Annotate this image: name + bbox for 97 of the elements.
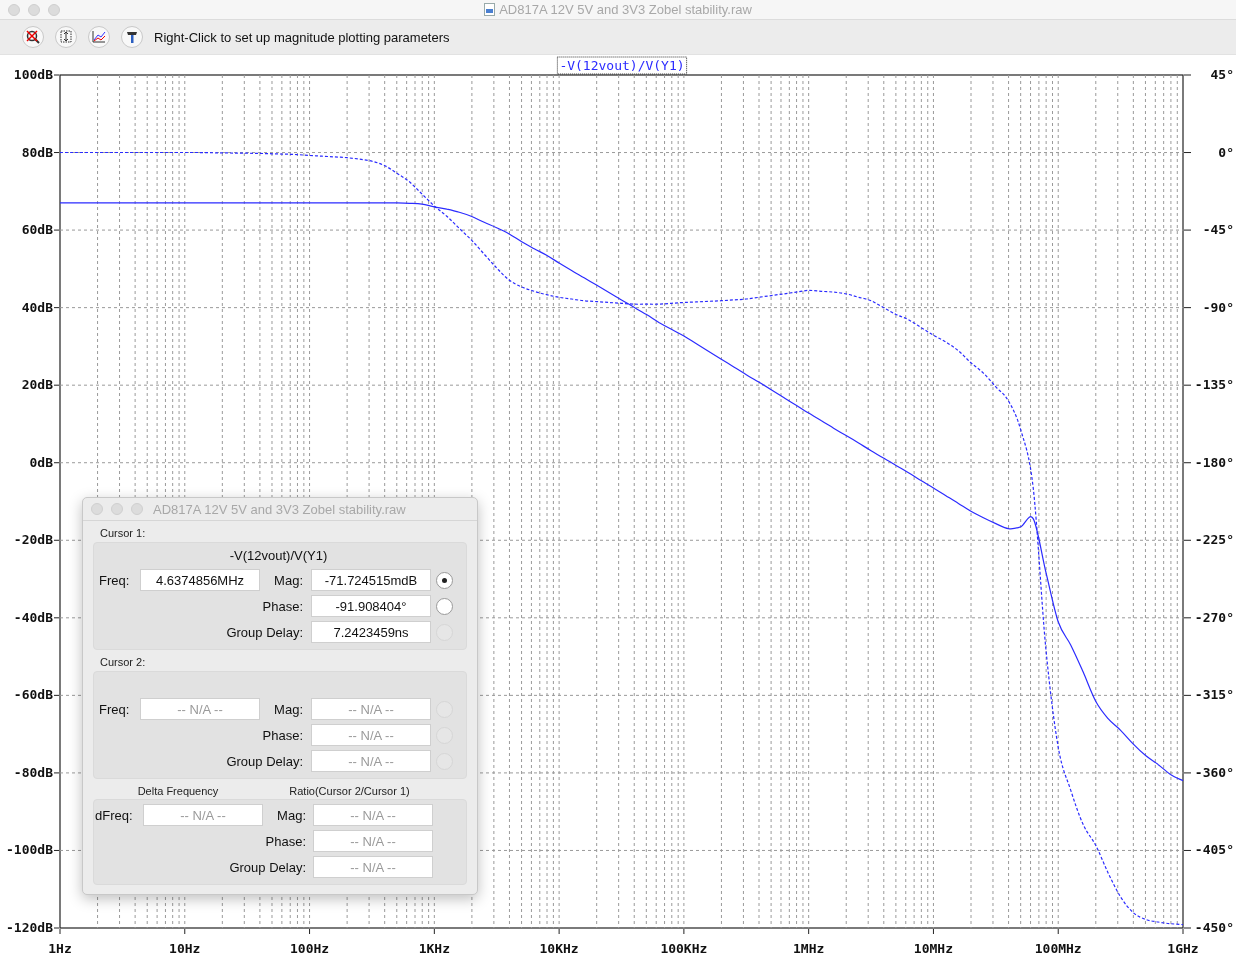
window-title: AD817A 12V 5V and 3V3 Zobel stability.raw [499, 2, 752, 17]
zoom-button[interactable] [131, 503, 143, 515]
axis-tick [683, 928, 685, 935]
section-label: Ratio(Cursor 2/Cursor 1) [289, 785, 410, 797]
phase-axis-label: -90° [1202, 299, 1234, 315]
field-label: Mag: [274, 572, 304, 588]
value-field[interactable]: -91.908404° [311, 595, 431, 617]
phase-axis-label: -180° [1194, 454, 1234, 470]
document-icon [484, 3, 496, 16]
axis-tick [53, 229, 60, 231]
axis-tick [184, 928, 186, 935]
axis-tick [1183, 772, 1192, 774]
x-axis-label: 1GHz [1167, 941, 1199, 956]
phase-axis-label: -270° [1194, 609, 1234, 625]
axis-tick [1183, 229, 1192, 231]
axis-tick [53, 384, 60, 386]
y-axis-label: 40dB [21, 299, 53, 315]
phase-axis-label: -315° [1194, 687, 1234, 703]
field-label: Mag: [277, 807, 307, 823]
field-label: Group Delay: [226, 753, 304, 769]
axis-tick [53, 617, 60, 619]
y-axis-label: 100dB [13, 67, 53, 82]
y-axis-label: -100dB [6, 842, 53, 858]
field-label: Group Delay: [229, 859, 307, 875]
axis-tick [433, 928, 435, 935]
section-label: Cursor 2: [99, 655, 146, 670]
y-axis-label: -60dB [13, 687, 53, 703]
minimize-button[interactable] [28, 3, 40, 16]
axis-tick [53, 694, 60, 696]
axis-tick [309, 928, 311, 935]
axis-tick [1183, 74, 1192, 76]
x-axis-label: 100MHz [1034, 941, 1082, 956]
axis-tick [1183, 462, 1192, 464]
phase-axis-label: -405° [1194, 842, 1234, 858]
axis-tick [53, 849, 60, 851]
x-axis-label: 1Hz [48, 941, 72, 956]
axis-tick [1183, 307, 1192, 309]
y-axis-label: -40dB [13, 609, 53, 625]
y-axis-label: 80dB [21, 144, 53, 160]
phase-axis-label: 45° [1210, 67, 1234, 82]
y-axis-label: -80dB [13, 764, 53, 780]
field-label: Phase: [265, 833, 307, 849]
zoom-button[interactable] [48, 3, 60, 16]
axis-tick [1183, 849, 1192, 851]
phase-axis-label: -450° [1194, 920, 1234, 935]
field-label: Group Delay: [226, 624, 304, 640]
field-label: Phase: [262, 598, 304, 614]
section-label: Cursor 1: [99, 526, 146, 541]
x-axis-label: 1MHz [793, 941, 825, 956]
axis-tick [1183, 617, 1192, 619]
phase-axis-label: -45° [1202, 222, 1234, 238]
toolbar-hint: Right-Click to set up magnitude plotting parameters [154, 29, 450, 45]
phase-axis-label: -360° [1194, 764, 1234, 780]
y-axis-label: -20dB [13, 532, 53, 548]
phase-axis-label: -135° [1194, 377, 1234, 393]
axis-tick [932, 928, 934, 935]
frequency-field[interactable]: 4.6374856MHz [140, 569, 260, 591]
radio-button[interactable] [436, 597, 453, 615]
section-label: Delta Frequency [137, 785, 219, 797]
dialog-title: AD817A 12V 5V and 3V3 Zobel stability.raw [153, 501, 406, 517]
x-axis-label: 10KHz [539, 941, 579, 956]
field-label: Mag: [274, 701, 304, 717]
close-button[interactable] [91, 503, 103, 515]
y-axis-label: 20dB [21, 377, 53, 393]
x-axis-label: 10MHz [913, 941, 953, 956]
x-axis-label: 10Hz [169, 941, 201, 956]
axis-tick [53, 152, 60, 154]
axis-tick [53, 462, 60, 464]
axis-tick [53, 307, 60, 309]
field-label: Freq: [99, 701, 131, 717]
field-label: Phase: [262, 727, 304, 743]
phase-axis-label: 0° [1218, 144, 1234, 160]
axis-tick [53, 772, 60, 774]
axis-tick [558, 928, 560, 935]
value-field[interactable]: -71.724515mdB [311, 569, 431, 591]
close-button[interactable] [8, 3, 20, 16]
axis-tick [53, 539, 60, 541]
axis-tick [1183, 539, 1192, 541]
y-axis-label: 60dB [21, 222, 53, 238]
x-axis-label: 100KHz [660, 941, 708, 956]
field-label: dFreq: [95, 807, 134, 823]
y-axis-label: -120dB [6, 920, 53, 935]
axis-tick [1183, 152, 1192, 154]
axis-tick [1057, 928, 1059, 935]
radio-button[interactable] [436, 571, 453, 589]
trace-name: -V(12vout)/V(Y1) [229, 547, 328, 565]
trace-label[interactable]: -V(12vout)/V(Y1) [556, 56, 688, 75]
axis-tick [1183, 384, 1192, 386]
y-axis-label: 0dB [29, 454, 53, 470]
field-label: Freq: [99, 572, 131, 588]
x-axis-label: 100Hz [290, 941, 330, 956]
axis-tick [1183, 694, 1192, 696]
axis-tick [808, 928, 810, 935]
phase-axis-label: -225° [1194, 532, 1234, 548]
x-axis-label: 1KHz [418, 941, 450, 956]
minimize-button[interactable] [111, 503, 123, 515]
axis-tick [53, 74, 60, 76]
